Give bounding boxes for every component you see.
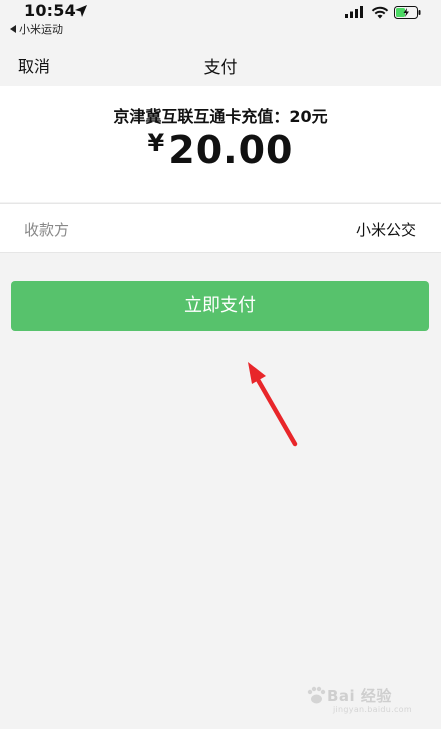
back-triangle-icon — [10, 25, 16, 33]
status-bar: 10:54 小米运动 — [0, 0, 441, 44]
wifi-icon — [371, 6, 389, 19]
location-arrow-icon — [75, 5, 87, 17]
currency-symbol: ¥ — [147, 129, 165, 157]
cancel-button[interactable]: 取消 — [18, 53, 50, 77]
payment-amount: ¥20.00 — [0, 128, 441, 172]
nav-bar: 支付 取消 — [0, 44, 441, 86]
amount-value: 20.00 — [168, 128, 294, 172]
page-title: 支付 — [203, 58, 238, 78]
status-time: 10:54 — [24, 1, 76, 20]
baidu-watermark: Bai 经验 jingyan.baidu.com — [305, 683, 415, 719]
payee-row: 收款方 小米公交 — [0, 203, 441, 253]
battery-charging-icon — [394, 6, 421, 19]
cellular-signal-icon — [345, 6, 363, 18]
product-description: 京津冀互联互通卡充值：20元 — [113, 107, 328, 126]
paw-logo-icon — [307, 686, 326, 704]
pay-now-button[interactable]: 立即支付 — [11, 281, 429, 331]
watermark-text: Bai 经验 — [327, 687, 392, 705]
back-to-app-link[interactable]: 小米运动 — [10, 21, 63, 37]
order-summary-card: 京津冀互联互通卡充值：20元 ¥20.00 — [0, 86, 441, 202]
payment-page: 10:54 小米运动 支付 取消 京津冀互联互通卡充值：20元 ¥ 20.00 … — [0, 0, 441, 729]
watermark-url: jingyan.baidu.com — [333, 705, 412, 714]
back-app-label: 小米运动 — [19, 23, 63, 36]
red-arrow-annotation — [248, 362, 298, 447]
payee-value: 小米公交 — [355, 221, 416, 239]
payee-label: 收款方 — [24, 221, 70, 239]
